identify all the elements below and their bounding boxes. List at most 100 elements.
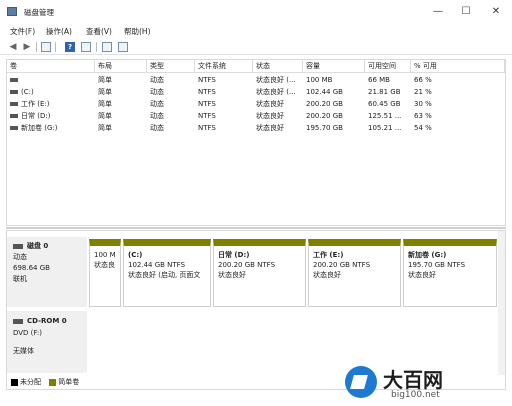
filesystem-cell: NTFS (198, 100, 216, 108)
partition-label: 日常 (D:) (218, 251, 250, 259)
column-header-capacity[interactable]: 容量 (303, 60, 365, 73)
cdrom-info[interactable]: CD-ROM 0 DVD (F:) 无媒体 (7, 311, 87, 373)
maximize-button[interactable]: ☐ (456, 4, 476, 20)
toolbar-separator (55, 42, 56, 52)
partition-system-reserved[interactable]: 100 M 状态良 (89, 239, 121, 307)
volume-name-cell: 日常 (D:) (7, 110, 95, 122)
unallocated-swatch (11, 378, 18, 386)
table-row[interactable]: 工作 (E:) 简单 动态 NTFS 状态良好 200.20 GB 60.45 … (7, 98, 505, 110)
settings-icon[interactable] (118, 42, 128, 52)
hard-disk-icon (13, 243, 23, 249)
partition-e[interactable]: 工作 (E:) 200.20 GB NTFS 状态良好 (308, 239, 401, 307)
column-header-percent-free[interactable]: % 可用 (411, 60, 505, 73)
filesystem-cell: NTFS (198, 112, 216, 120)
back-icon[interactable]: ◀ (8, 41, 18, 53)
free-space-cell: 21.81 GB (368, 88, 401, 96)
column-header-filesystem[interactable]: 文件系统 (195, 60, 253, 73)
disk-0-type: 动态 (13, 253, 27, 261)
volume-name-cell: 工作 (E:) (7, 98, 95, 110)
volume-icon (10, 102, 18, 106)
help-icon[interactable]: ? (65, 42, 75, 52)
status-cell: 状态良好 (... (256, 88, 296, 96)
partition-size: 100 M (94, 251, 116, 259)
percent-free-cell: 21 % (414, 88, 432, 96)
partition-status: 状态良好 (313, 271, 341, 279)
type-cell: 动态 (150, 88, 164, 96)
connect-icon[interactable] (102, 42, 112, 52)
partition-c[interactable]: (C:) 102.44 GB NTFS 状态良好 (启动, 页面文 (123, 239, 211, 307)
cdrom-name: CD-ROM 0 (27, 317, 67, 325)
status-cell: 状态良好 (256, 124, 284, 132)
free-space-cell: 60.45 GB (368, 100, 401, 108)
capacity-cell: 200.20 GB (306, 112, 343, 120)
cdrom-icon (13, 318, 23, 324)
type-cell: 动态 (150, 112, 164, 120)
console-tree-icon[interactable] (41, 42, 51, 52)
legend-simple-volume: 简单卷 (58, 378, 80, 386)
type-cell: 动态 (150, 100, 164, 108)
layout-cell: 简单 (98, 124, 112, 132)
menu-action[interactable]: 操作(A) (46, 26, 72, 37)
watermark-logo-icon (345, 366, 377, 398)
minimize-button[interactable]: — (428, 4, 448, 20)
percent-free-cell: 30 % (414, 100, 432, 108)
partition-d[interactable]: 日常 (D:) 200.20 GB NTFS 状态良好 (213, 239, 306, 307)
disk-management-icon (7, 7, 17, 16)
forward-icon[interactable]: ▶ (22, 41, 32, 53)
capacity-cell: 200.20 GB (306, 100, 343, 108)
partition-size: 195.70 GB NTFS (408, 261, 466, 269)
capacity-cell: 100 MB (306, 76, 333, 84)
menu-view[interactable]: 查看(V) (86, 26, 112, 37)
menu-bar: 文件(F) 操作(A) 查看(V) 帮助(H) (0, 24, 512, 38)
watermark-title: 大百网 (383, 368, 443, 392)
percent-free-cell: 63 % (414, 112, 432, 120)
watermark-url: big100.net (391, 390, 440, 400)
partition-label: 新加卷 (G:) (408, 251, 447, 259)
volume-icon (10, 78, 18, 82)
column-header-volume[interactable]: 卷 (7, 60, 95, 73)
disk-0-status: 联机 (13, 275, 27, 283)
partition-g[interactable]: 新加卷 (G:) 195.70 GB NTFS 状态良好 (403, 239, 497, 307)
disk-0-name-row: 磁盘 0 (13, 241, 81, 252)
volume-list: 卷 布局 类型 文件系统 状态 容量 可用空间 % 可用 简单 动态 NTFS … (6, 59, 506, 226)
volume-icon (10, 126, 18, 130)
column-header-type[interactable]: 类型 (147, 60, 195, 73)
volume-name-cell: (C:) (7, 86, 95, 98)
disk-0-info[interactable]: 磁盘 0 动态 698.64 GB 联机 (7, 237, 87, 307)
partition-size: 102.44 GB NTFS (128, 261, 186, 269)
percent-free-cell: 66 % (414, 76, 432, 84)
filesystem-cell: NTFS (198, 124, 216, 132)
partition-status: 状态良好 (启动, 页面文 (128, 271, 201, 279)
properties-icon[interactable] (81, 42, 91, 52)
close-button[interactable]: ✕ (486, 4, 506, 20)
toolbar-separator (96, 42, 97, 52)
column-header-free-space[interactable]: 可用空间 (365, 60, 411, 73)
layout-cell: 简单 (98, 88, 112, 96)
menu-file[interactable]: 文件(F) (10, 26, 35, 37)
partition-label: 工作 (E:) (313, 251, 344, 259)
partition-label: (C:) (128, 251, 143, 259)
pane-splitter[interactable] (6, 227, 506, 229)
table-row[interactable]: (C:) 简单 动态 NTFS 状态良好 (... 102.44 GB 21.8… (7, 86, 505, 98)
table-row[interactable]: 日常 (D:) 简单 动态 NTFS 状态良好 200.20 GB 125.51… (7, 110, 505, 122)
vertical-scrollbar[interactable] (498, 231, 505, 375)
partition-status: 状态良好 (218, 271, 246, 279)
volume-icon (10, 114, 18, 118)
title-bar: 磁盘管理 — ☐ ✕ (0, 0, 512, 24)
column-header-layout[interactable]: 布局 (95, 60, 147, 73)
partition-size: 200.20 GB NTFS (313, 261, 371, 269)
menu-help[interactable]: 帮助(H) (124, 26, 151, 37)
table-row[interactable]: 新加卷 (G:) 简单 动态 NTFS 状态良好 195.70 GB 105.2… (7, 122, 505, 134)
free-space-cell: 105.21 ... (368, 124, 402, 132)
column-header-status[interactable]: 状态 (253, 60, 303, 73)
toolbar-separator (36, 42, 37, 52)
legend-unallocated: 未分配 (20, 378, 41, 386)
partition-size: 200.20 GB NTFS (218, 261, 276, 269)
type-cell: 动态 (150, 124, 164, 132)
cdrom-name-row: CD-ROM 0 (13, 315, 81, 327)
table-row[interactable]: 简单 动态 NTFS 状态良好 (... 100 MB 66 MB 66 % (7, 74, 505, 86)
layout-cell: 简单 (98, 112, 112, 120)
cdrom-media: 无媒体 (13, 347, 34, 355)
filesystem-cell: NTFS (198, 88, 216, 96)
disk-0-size: 698.64 GB (13, 264, 50, 272)
